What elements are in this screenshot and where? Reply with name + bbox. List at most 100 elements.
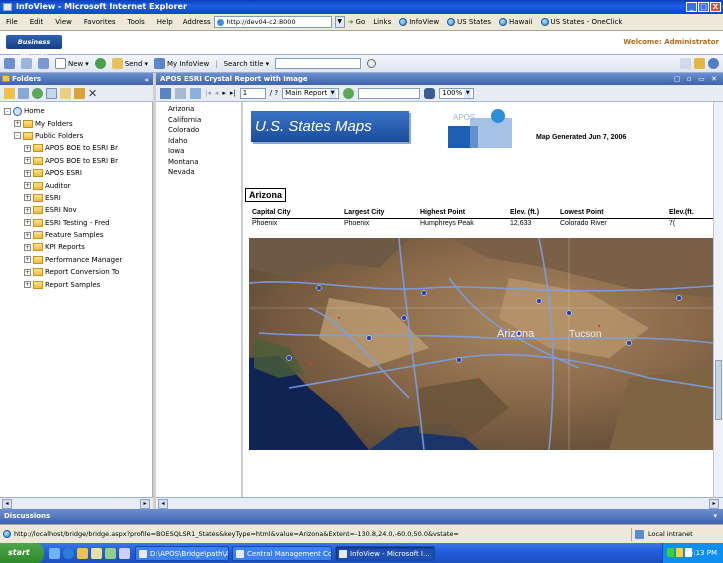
start-button[interactable]: start — [0, 543, 44, 563]
first-page-icon[interactable]: |◂ — [205, 89, 211, 97]
new-button[interactable]: New ▾ — [55, 58, 89, 69]
state-list-item[interactable]: Montana — [168, 157, 241, 168]
taskbar-task-button[interactable]: D:\APOS\Bridge\path\APOS V... — [135, 545, 229, 561]
state-list-item[interactable]: California — [168, 115, 241, 126]
tree-node[interactable]: + Report Conversion To — [0, 266, 152, 278]
delete-icon[interactable]: ✕ — [88, 88, 97, 99]
menu-favorites[interactable]: Favorites — [82, 18, 118, 26]
address-input[interactable]: http://dev04-c2:8000 — [213, 16, 332, 28]
scrollbar-thumb[interactable] — [715, 360, 722, 420]
up-folder-icon[interactable] — [21, 58, 32, 69]
back-icon[interactable] — [4, 58, 15, 69]
report-hscrollbar[interactable]: ◂ ▸ — [156, 497, 723, 509]
tree-node[interactable]: + ESRI Nov — [0, 204, 152, 216]
refresh-icon[interactable] — [94, 58, 106, 69]
expand-icon[interactable]: + — [14, 120, 21, 128]
link-hawaii[interactable]: Hawaii — [499, 18, 533, 26]
address-dropdown-button[interactable]: ▼ — [334, 16, 345, 28]
search-input[interactable] — [275, 58, 362, 69]
menu-help[interactable]: Help — [155, 18, 175, 26]
find-text-input[interactable] — [358, 87, 421, 99]
tree-node[interactable]: + Report Samples — [0, 278, 152, 290]
scroll-right-button[interactable]: ▸ — [140, 499, 150, 509]
link-us-states-oneclick[interactable]: US States - OneClick — [540, 18, 622, 26]
state-list-item[interactable]: Iowa — [168, 146, 241, 157]
folder-tree-hscrollbar[interactable]: ◂ ▸ — [0, 497, 153, 509]
explorer-icon[interactable] — [77, 547, 88, 559]
minimize-button[interactable]: _ — [686, 2, 697, 12]
tree-node[interactable]: + My Folders — [0, 117, 152, 129]
expand-icon[interactable]: + — [24, 281, 31, 289]
menu-view[interactable]: View — [53, 18, 74, 26]
tree-node[interactable]: + ESRI Testing - Fred — [0, 217, 152, 229]
new-folder-icon[interactable] — [4, 87, 15, 99]
properties-icon[interactable] — [18, 87, 29, 99]
group-tree-toggle-icon[interactable] — [190, 87, 201, 99]
show-desktop-icon[interactable] — [49, 547, 60, 559]
ie-quicklaunch-icon[interactable] — [63, 547, 74, 559]
scroll-right-button[interactable]: ▸ — [709, 499, 719, 509]
search-icon[interactable] — [367, 59, 377, 68]
state-list-item[interactable]: Idaho — [168, 136, 241, 147]
tray-icon[interactable] — [675, 548, 683, 557]
link-infoview[interactable]: InfoView — [399, 18, 439, 26]
collapse-icon[interactable]: - — [4, 107, 11, 115]
tree-node[interactable]: + Auditor — [0, 179, 152, 191]
tree-node[interactable]: + KPI Reports — [0, 241, 152, 253]
tray-icon[interactable] — [666, 548, 674, 557]
expand-icon[interactable]: + — [24, 243, 31, 251]
expand-icon[interactable]: + — [24, 144, 31, 152]
app-icon[interactable] — [105, 547, 116, 559]
my-infoview-button[interactable]: My InfoView — [153, 58, 209, 69]
copy-icon[interactable] — [46, 87, 57, 99]
discussions-bar[interactable]: Discussions ▾ — [0, 509, 723, 524]
refresh-icon[interactable] — [32, 87, 43, 99]
link-us-states[interactable]: US States — [447, 18, 491, 26]
taskbar-task-button[interactable]: InfoView - Microsoft I... — [335, 545, 435, 561]
maximize-button[interactable]: □ — [698, 2, 709, 12]
menu-tools[interactable]: Tools — [126, 18, 147, 26]
window-titlebar[interactable]: InfoView - Microsoft Internet Explorer _… — [0, 0, 723, 14]
outlook-icon[interactable] — [91, 547, 102, 559]
chevron-down-icon[interactable]: ▾ — [713, 509, 717, 524]
tree-node[interactable]: + ESRI — [0, 192, 152, 204]
last-page-icon[interactable]: ▸| — [230, 89, 236, 97]
report-section-select[interactable]: Main Report ▼ — [282, 87, 340, 99]
expand-icon[interactable]: + — [24, 256, 31, 264]
report-vscrollbar[interactable] — [713, 102, 723, 497]
help-icon[interactable] — [708, 58, 719, 69]
send-button[interactable]: Send ▾ — [111, 58, 148, 69]
expand-icon[interactable]: + — [24, 194, 31, 202]
taskbar-task-button[interactable]: Central Management Con... — [232, 545, 332, 561]
close-button[interactable]: X — [710, 2, 721, 12]
zoom-select[interactable]: 100% ▼ — [439, 87, 475, 99]
panel-window-controls[interactable]: ▢ ▫ ▭ ✕ — [674, 73, 719, 85]
expand-icon[interactable]: + — [24, 219, 31, 227]
lock-icon[interactable] — [694, 58, 705, 69]
tree-node[interactable]: - Home — [0, 105, 152, 117]
tree-node[interactable]: + Performance Manager — [0, 254, 152, 266]
refresh-report-icon[interactable] — [343, 87, 355, 99]
app-icon[interactable] — [119, 547, 130, 559]
tree-node[interactable]: + APOS BOE to ESRI Br — [0, 155, 152, 167]
tree-node[interactable]: + Feature Samples — [0, 229, 152, 241]
menu-edit[interactable]: Edit — [28, 18, 46, 26]
expand-icon[interactable]: + — [24, 169, 31, 177]
move-icon[interactable] — [74, 87, 85, 99]
scroll-left-button[interactable]: ◂ — [158, 499, 168, 509]
preferences-icon[interactable] — [680, 58, 691, 69]
collapse-icon[interactable]: - — [14, 132, 21, 140]
expand-icon[interactable]: + — [24, 231, 31, 239]
scroll-left-button[interactable]: ◂ — [2, 499, 12, 509]
page-number-input[interactable]: 1 — [239, 87, 266, 99]
export-icon[interactable] — [160, 87, 171, 99]
search-title-dropdown[interactable]: Search title ▾ — [224, 60, 269, 68]
tree-node[interactable]: + APOS ESRI — [0, 167, 152, 179]
tray-icon[interactable] — [684, 548, 692, 557]
print-icon[interactable] — [175, 87, 186, 99]
menu-file[interactable]: File — [4, 18, 20, 26]
expand-icon[interactable]: + — [24, 157, 31, 165]
tree-node[interactable]: - Public Folders — [0, 130, 152, 142]
paste-icon[interactable] — [60, 87, 71, 99]
next-page-icon[interactable]: ▸ — [222, 89, 226, 97]
